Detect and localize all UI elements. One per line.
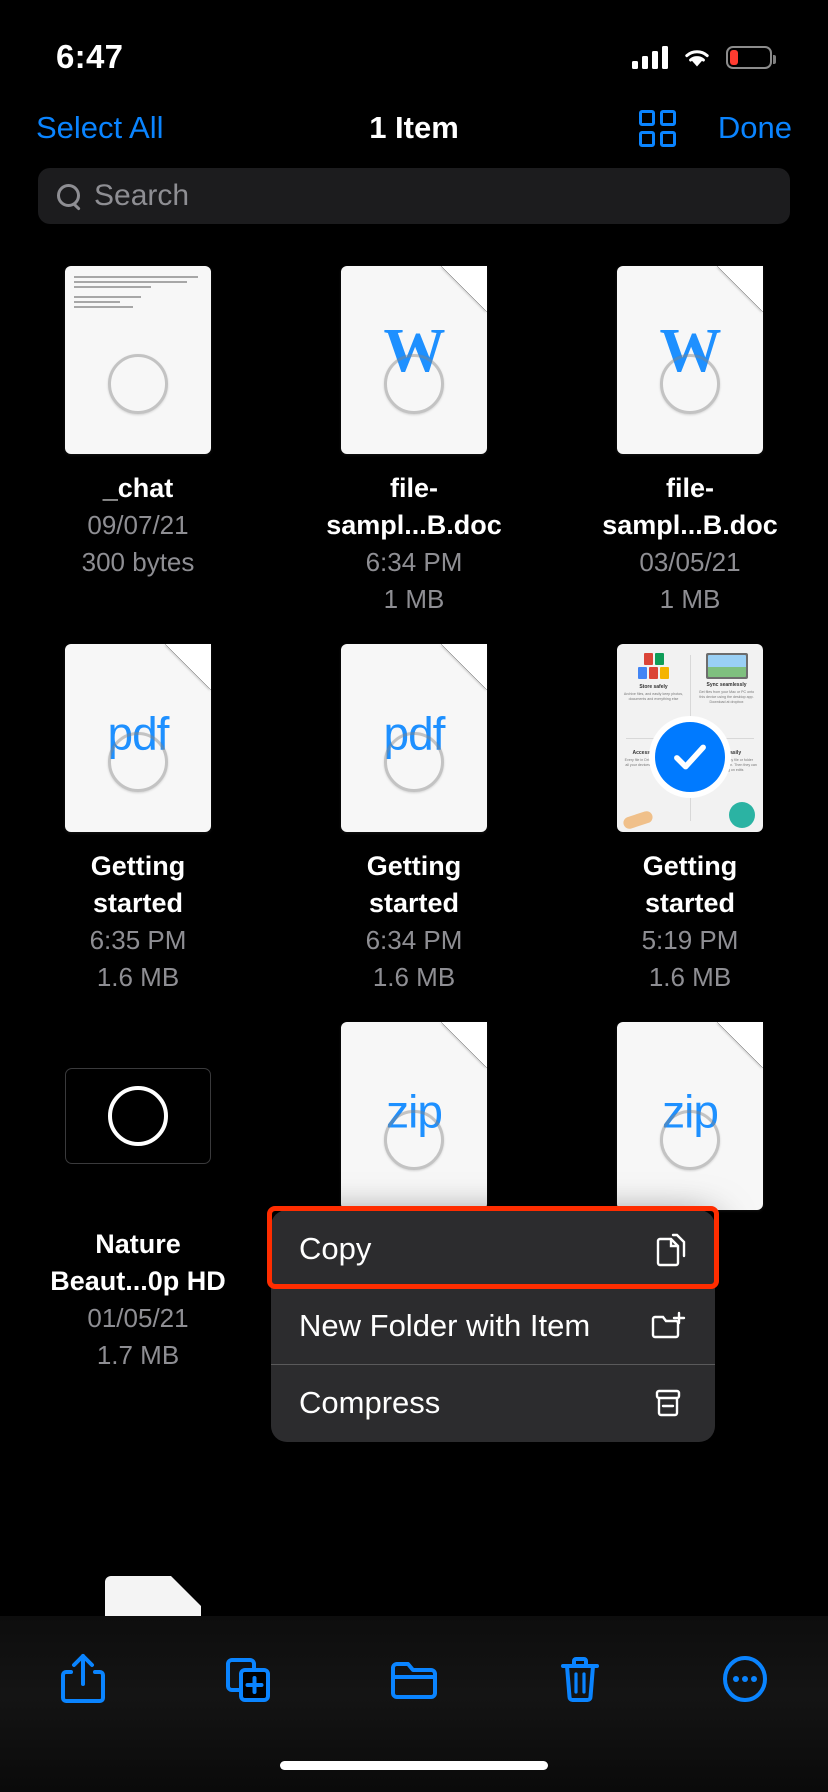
share-icon[interactable]	[45, 1644, 121, 1714]
selection-circle[interactable]	[384, 1110, 444, 1171]
file-thumbnail[interactable]: zip	[341, 1022, 487, 1210]
preview-quadrant-body: Get files from your Mac or PC onto this …	[698, 690, 755, 704]
file-item[interactable]: _chat 09/07/21 300 bytes	[0, 252, 276, 630]
search-icon	[56, 183, 82, 209]
file-date: 5:19 PM	[641, 925, 739, 955]
preview-quadrant-title: Store safely	[639, 684, 668, 690]
preview-quadrant-body: Archive files, and easily keep photos, d…	[623, 692, 684, 701]
compress-icon	[649, 1384, 687, 1422]
search-container: Search	[0, 168, 828, 224]
file-size: 1.6 MB	[372, 962, 456, 992]
duplicate-icon[interactable]	[210, 1644, 286, 1714]
signal-bars-icon	[632, 45, 668, 69]
file-thumbnail[interactable]	[65, 266, 211, 454]
selection-circle[interactable]	[108, 1086, 168, 1146]
selection-circle[interactable]	[108, 732, 168, 793]
move-to-folder-icon[interactable]	[376, 1644, 452, 1714]
selection-circle[interactable]	[108, 354, 168, 415]
selection-circle[interactable]	[660, 354, 720, 415]
file-size: 1.7 MB	[96, 1340, 180, 1370]
partial-file-thumbnail	[105, 1576, 201, 1616]
file-size: 300 bytes	[81, 547, 195, 577]
file-name: Getting started	[90, 851, 186, 918]
done-button[interactable]: Done	[718, 110, 792, 146]
delete-icon[interactable]	[542, 1644, 618, 1714]
file-date: 03/05/21	[639, 547, 741, 577]
context-menu-label: Compress	[299, 1385, 441, 1420]
file-name: file-sampl...B.doc	[326, 473, 502, 540]
file-size: 1.6 MB	[648, 962, 732, 992]
file-name: _chat	[102, 473, 174, 503]
context-menu: Copy New Folder with Item Compress	[271, 1210, 715, 1442]
file-thumbnail[interactable]: pdf	[65, 644, 211, 832]
file-item[interactable]: W file-sampl...B.doc 6:34 PM 1 MB	[276, 252, 552, 630]
wifi-icon	[682, 46, 712, 69]
more-options-icon[interactable]	[707, 1644, 783, 1714]
battery-low-icon	[726, 45, 776, 69]
file-item[interactable]: pdf Getting started 6:34 PM 1.6 MB	[276, 630, 552, 1008]
context-menu-item-copy[interactable]: Copy	[271, 1210, 715, 1287]
file-item[interactable]: W file-sampl...B.doc 03/05/21 1 MB	[552, 252, 828, 630]
file-name: file-sampl...B.doc	[602, 473, 778, 540]
file-date: 09/07/21	[87, 510, 189, 540]
file-item[interactable]: pdf Getting started 6:35 PM 1.6 MB	[0, 630, 276, 1008]
file-thumbnail[interactable]: pdf	[341, 644, 487, 832]
file-thumbnail[interactable]: zip	[617, 1022, 763, 1210]
new-folder-icon	[649, 1307, 687, 1345]
file-date: 6:35 PM	[89, 925, 187, 955]
status-indicators	[632, 45, 776, 69]
context-menu-item-compress[interactable]: Compress	[271, 1365, 715, 1442]
file-date: 6:34 PM	[365, 547, 463, 577]
file-thumbnail[interactable]	[65, 1022, 211, 1210]
file-size: 1.6 MB	[96, 962, 180, 992]
context-menu-label: New Folder with Item	[299, 1308, 591, 1343]
home-indicator	[280, 1761, 548, 1770]
search-input[interactable]: Search	[38, 168, 790, 224]
copy-icon	[649, 1230, 687, 1268]
select-all-button[interactable]: Select All	[36, 110, 164, 146]
status-bar: 6:47	[0, 0, 828, 92]
iphone-screen: 6:47 Select All 1 Item Done Search _chat…	[0, 0, 828, 1792]
selection-circle[interactable]	[660, 1110, 720, 1171]
file-thumbnail[interactable]: Store safely Archive files, and easily k…	[617, 644, 763, 832]
status-time: 6:47	[56, 38, 124, 75]
file-size: 1 MB	[383, 584, 445, 614]
selection-checkmark-icon[interactable]	[655, 721, 725, 792]
preview-quadrant-title: Sync seamlessly	[706, 682, 747, 688]
file-item-selected[interactable]: Store safely Archive files, and easily k…	[552, 630, 828, 1008]
file-date: 01/05/21	[87, 1303, 189, 1333]
context-menu-label: Copy	[299, 1230, 372, 1266]
file-thumbnail[interactable]: W	[341, 266, 487, 454]
grid-view-icon[interactable]	[638, 109, 676, 147]
file-name: Getting started	[642, 851, 738, 918]
context-menu-item-new-folder[interactable]: New Folder with Item	[271, 1287, 715, 1364]
file-thumbnail[interactable]: W	[617, 266, 763, 454]
file-name: Getting started	[366, 851, 462, 918]
file-size: 1 MB	[659, 584, 721, 614]
search-placeholder: Search	[94, 179, 190, 212]
file-name: Nature Beaut...0p HD	[50, 1229, 226, 1296]
selection-circle[interactable]	[384, 732, 444, 793]
navigation-bar: Select All 1 Item Done	[0, 92, 828, 164]
file-date: 6:34 PM	[365, 925, 463, 955]
file-item[interactable]: Nature Beaut...0p HD 01/05/21 1.7 MB	[0, 1008, 276, 1386]
selection-circle[interactable]	[384, 354, 444, 415]
